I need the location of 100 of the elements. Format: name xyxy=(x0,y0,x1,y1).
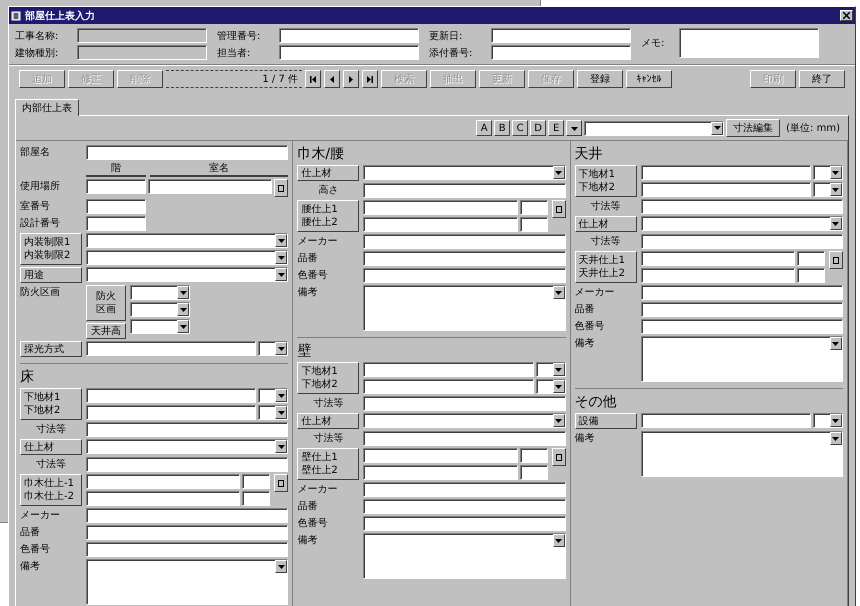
text-field[interactable] xyxy=(640,165,811,180)
text-field[interactable] xyxy=(77,28,207,43)
text-field[interactable] xyxy=(363,217,518,232)
last-record-icon[interactable] xyxy=(362,70,378,88)
text-field[interactable] xyxy=(86,542,288,557)
dropdown-field[interactable] xyxy=(86,233,288,248)
dropdown-field[interactable] xyxy=(86,250,288,265)
memo-field[interactable] xyxy=(363,533,566,579)
toolbar-button[interactable]: 終了 xyxy=(799,70,845,88)
text-field[interactable] xyxy=(86,474,240,489)
text-field[interactable] xyxy=(363,396,566,411)
text-field[interactable] xyxy=(640,199,843,214)
letter-button[interactable]: C xyxy=(512,120,528,136)
text-field[interactable] xyxy=(640,182,811,197)
text-field[interactable] xyxy=(363,234,566,249)
field-button[interactable]: 下地材1 下地材2 xyxy=(574,165,637,197)
text-field[interactable] xyxy=(279,45,419,60)
text-field[interactable] xyxy=(520,200,548,215)
tab[interactable]: 内部仕上表 xyxy=(15,99,79,116)
text-field[interactable] xyxy=(796,268,825,283)
text-field[interactable] xyxy=(86,388,256,403)
text-field[interactable] xyxy=(363,499,566,514)
square-icon[interactable] xyxy=(274,474,288,492)
close-icon[interactable] xyxy=(840,10,853,21)
square-icon[interactable] xyxy=(828,251,843,269)
dropdown-field[interactable] xyxy=(130,285,190,300)
text-field[interactable] xyxy=(363,516,566,531)
text-field[interactable] xyxy=(86,341,256,356)
memo-field[interactable] xyxy=(640,336,843,382)
text-field[interactable] xyxy=(640,413,811,428)
dropdown-field[interactable] xyxy=(812,413,843,428)
dropdown-field[interactable] xyxy=(258,405,288,420)
dropdown-field[interactable] xyxy=(130,302,190,317)
text-field[interactable] xyxy=(363,431,566,446)
dropdown-field[interactable] xyxy=(812,165,843,180)
square-icon[interactable] xyxy=(552,448,566,466)
dropdown-field[interactable] xyxy=(258,388,288,403)
text-field[interactable] xyxy=(86,405,256,420)
text-field[interactable] xyxy=(491,45,631,60)
text-field[interactable] xyxy=(640,234,843,249)
dropdown-field[interactable] xyxy=(130,319,190,334)
field-button[interactable]: 仕上材 xyxy=(574,216,637,232)
dropdown-field[interactable] xyxy=(363,165,566,180)
text-field[interactable] xyxy=(86,457,288,472)
field-button[interactable]: 仕上材 xyxy=(297,165,360,181)
dropdown-field[interactable] xyxy=(86,439,288,454)
text-field[interactable] xyxy=(77,45,207,60)
text-field[interactable] xyxy=(242,474,270,489)
field-button[interactable]: 天井高 xyxy=(86,323,126,339)
text-field[interactable] xyxy=(86,525,288,540)
square-icon[interactable] xyxy=(552,200,566,218)
text-field[interactable] xyxy=(520,448,548,463)
toolbar-button[interactable]: 登録 xyxy=(577,70,623,88)
text-field[interactable] xyxy=(242,491,270,506)
memo-field[interactable] xyxy=(679,28,819,58)
text-field[interactable] xyxy=(86,508,288,523)
text-field[interactable] xyxy=(640,302,843,317)
text-field[interactable] xyxy=(363,465,518,480)
field-button[interactable]: 設備 xyxy=(574,413,637,429)
dropdown-field[interactable] xyxy=(536,362,566,377)
toolbar-button[interactable]: ｷｬﾝｾﾙ xyxy=(626,70,672,88)
previous-icon[interactable] xyxy=(324,70,340,88)
field-button[interactable]: 壁仕上1 壁仕上2 xyxy=(297,448,360,480)
field-button[interactable]: 巾木仕上-1 巾木仕上-2 xyxy=(20,474,82,506)
text-field[interactable] xyxy=(640,268,795,283)
dropdown-field[interactable] xyxy=(258,341,288,356)
text-field[interactable] xyxy=(86,199,146,214)
text-field[interactable] xyxy=(640,285,843,300)
letter-button[interactable]: A xyxy=(476,120,492,136)
dropdown-field[interactable] xyxy=(812,182,843,197)
text-field[interactable] xyxy=(86,216,146,231)
field-button[interactable]: 内装制限1 内装制限2 xyxy=(20,233,82,265)
first-record-icon[interactable] xyxy=(305,70,321,88)
field-button[interactable]: 腰仕上1 腰仕上2 xyxy=(297,200,360,232)
dropdown-field[interactable] xyxy=(640,216,843,231)
letter-button[interactable]: B xyxy=(494,120,510,136)
text-field[interactable] xyxy=(148,179,272,194)
text-field[interactable] xyxy=(363,362,534,377)
square-icon[interactable] xyxy=(274,179,288,197)
text-field[interactable] xyxy=(86,179,146,194)
text-field[interactable] xyxy=(640,251,795,266)
dropdown-field[interactable] xyxy=(584,120,724,136)
field-button[interactable]: 下地材1 下地材2 xyxy=(297,362,360,394)
dropdown-field[interactable] xyxy=(363,413,566,428)
text-field[interactable] xyxy=(363,251,566,266)
field-button[interactable]: 仕上材 xyxy=(20,439,82,455)
memo-field[interactable] xyxy=(640,431,843,477)
text-field[interactable] xyxy=(796,251,825,266)
text-field[interactable] xyxy=(520,217,548,232)
letter-button[interactable]: D xyxy=(530,120,546,136)
text-field[interactable] xyxy=(86,491,240,506)
text-field[interactable] xyxy=(363,379,534,394)
field-button[interactable]: 防火 区画 xyxy=(86,285,126,321)
text-field[interactable] xyxy=(86,422,288,437)
text-field[interactable] xyxy=(363,183,566,198)
text-field[interactable] xyxy=(363,200,518,215)
text-field[interactable] xyxy=(491,28,631,43)
dropdown-field[interactable] xyxy=(536,379,566,394)
letter-button[interactable]: E xyxy=(548,120,564,136)
field-button[interactable]: 用途 xyxy=(20,267,82,283)
